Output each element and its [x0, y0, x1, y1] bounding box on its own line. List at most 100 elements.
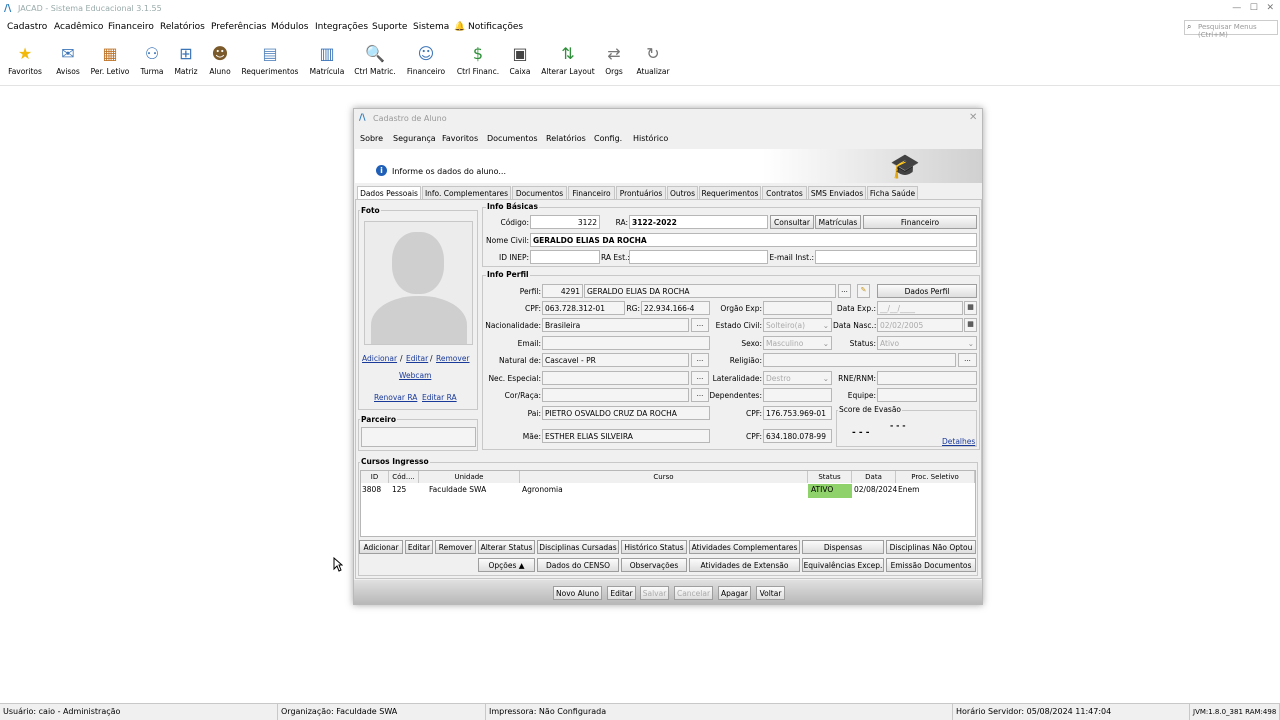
- toolbar-ctrl-financ[interactable]: $ Ctrl Financ.: [456, 44, 500, 76]
- financeiro-button[interactable]: Financeiro: [863, 215, 977, 229]
- equivalencias-excep-button[interactable]: Equivalências Excep.: [802, 558, 884, 572]
- toolbar-requerimentos[interactable]: ▤ Requerimentos: [241, 44, 299, 76]
- menu-cadastro[interactable]: Cadastro: [7, 22, 47, 32]
- dialog-menu-historico[interactable]: Histórico: [633, 134, 668, 143]
- menu-integracoes[interactable]: Integrações: [315, 22, 368, 32]
- emissao-documentos-button[interactable]: Emissão Documentos: [886, 558, 976, 572]
- voltar-button[interactable]: Voltar: [756, 586, 785, 600]
- nacionalidade-search-button[interactable]: ...: [691, 318, 709, 332]
- historico-status-button[interactable]: Histórico Status: [621, 540, 687, 554]
- adicionar-button[interactable]: Adicionar: [359, 540, 403, 554]
- toolbar-atualizar[interactable]: ↻ Atualizar: [634, 44, 672, 76]
- menu-sistema[interactable]: Sistema: [413, 22, 449, 32]
- calendar-icon[interactable]: ▦: [964, 301, 977, 315]
- toolbar-caixa[interactable]: ▣ Caixa: [508, 44, 532, 76]
- tab-documentos[interactable]: Documentos: [512, 186, 567, 199]
- score-detalhes-link[interactable]: Detalhes: [942, 437, 975, 446]
- tab-ficha-saude[interactable]: Ficha Saúde: [867, 186, 918, 199]
- dialog-menu-favoritos[interactable]: Favoritos: [442, 134, 478, 143]
- dispensas-button[interactable]: Dispensas: [802, 540, 884, 554]
- editar-curso-button[interactable]: Editar: [405, 540, 433, 554]
- alterar-status-button[interactable]: Alterar Status: [478, 540, 535, 554]
- tab-requerimentos[interactable]: Requerimentos: [699, 186, 761, 199]
- observacoes-button[interactable]: Observações: [621, 558, 687, 572]
- salvar-button[interactable]: Salvar: [640, 586, 669, 600]
- ra-field[interactable]: 3122-2022: [629, 215, 768, 229]
- webcam-link[interactable]: Webcam: [399, 371, 431, 380]
- toolbar-avisos[interactable]: ✉ Avisos: [53, 44, 83, 76]
- menu-suporte[interactable]: Suporte: [372, 22, 407, 32]
- dados-censo-button[interactable]: Dados do CENSO: [537, 558, 619, 572]
- pencil-icon[interactable]: ✎: [857, 284, 870, 298]
- tab-contratos[interactable]: Contratos: [762, 186, 807, 199]
- opcoes-button[interactable]: Opções ▲: [478, 558, 535, 572]
- toolbar-matricula[interactable]: ▥ Matrícula: [308, 44, 346, 76]
- col-cod[interactable]: Cód....: [389, 471, 419, 483]
- col-data[interactable]: Data: [852, 471, 896, 483]
- disciplinas-nao-optou-button[interactable]: Disciplinas Não Optou: [886, 540, 976, 554]
- estado-civil-select[interactable]: Solteiro(a) ⌄: [763, 318, 832, 332]
- cor-raca-search-button[interactable]: ...: [691, 388, 709, 402]
- consultar-button[interactable]: Consultar: [770, 215, 814, 229]
- lateralidade-select[interactable]: Destro ⌄: [763, 371, 832, 385]
- tab-outros[interactable]: Outros: [667, 186, 698, 199]
- toolbar-orgs[interactable]: ⇄ Orgs: [603, 44, 625, 76]
- natural-search-button[interactable]: ...: [691, 353, 709, 367]
- dados-perfil-button[interactable]: Dados Perfil: [877, 284, 977, 298]
- foto-remover-link[interactable]: Remover: [436, 354, 470, 363]
- dialog-menu-config[interactable]: Config.: [594, 134, 622, 143]
- tab-info-complementares[interactable]: Info. Complementares: [422, 186, 511, 199]
- calendar-icon[interactable]: ▦: [964, 318, 977, 332]
- foto-adicionar-link[interactable]: Adicionar: [362, 354, 397, 363]
- editar-ra-link[interactable]: Editar RA: [422, 393, 457, 402]
- email-inst-field[interactable]: [815, 250, 977, 264]
- col-proc-seletivo[interactable]: Proc. Seletivo: [896, 471, 975, 483]
- toolbar-turma[interactable]: ⚇ Turma: [138, 44, 166, 76]
- col-unidade[interactable]: Unidade: [419, 471, 520, 483]
- col-id[interactable]: ID: [361, 471, 389, 483]
- perfil-search-button[interactable]: ...: [838, 284, 851, 298]
- sexo-select[interactable]: Masculino ⌄: [763, 336, 832, 350]
- tab-prontuarios[interactable]: Prontuários: [616, 186, 666, 199]
- col-curso[interactable]: Curso: [520, 471, 808, 483]
- toolbar-per-letivo[interactable]: ▦ Per. Letivo: [89, 44, 131, 76]
- nec-especial-search-button[interactable]: ...: [691, 371, 709, 385]
- atividades-extensao-button[interactable]: Atividades de Extensão: [689, 558, 800, 572]
- matriculas-button[interactable]: Matrículas: [815, 215, 861, 229]
- col-status[interactable]: Status: [808, 471, 852, 483]
- menu-academico[interactable]: Acadêmico: [54, 22, 103, 32]
- toolbar-ctrl-matric[interactable]: 🔍 Ctrl Matric.: [354, 44, 396, 76]
- tab-sms-enviados[interactable]: SMS Enviados: [808, 186, 866, 199]
- cancelar-button[interactable]: Cancelar: [674, 586, 713, 600]
- toolbar-favoritos[interactable]: ★ Favoritos: [8, 44, 42, 76]
- religiao-search-button[interactable]: ...: [958, 353, 977, 367]
- status-select[interactable]: Ativo ⌄: [877, 336, 977, 350]
- codigo-field[interactable]: 3122: [530, 215, 600, 229]
- tab-dados-pessoais[interactable]: Dados Pessoais: [357, 186, 421, 200]
- window-controls[interactable]: — ☐ ✕: [1232, 3, 1274, 13]
- atividades-complementares-button[interactable]: Atividades Complementares: [689, 540, 800, 554]
- menu-relatorios[interactable]: Relatórios: [160, 22, 205, 32]
- foto-editar-link[interactable]: Editar: [406, 354, 428, 363]
- menu-notificacoes[interactable]: Notificações: [468, 22, 523, 32]
- disciplinas-cursadas-button[interactable]: Disciplinas Cursadas: [537, 540, 619, 554]
- menu-modulos[interactable]: Módulos: [271, 22, 308, 32]
- dialog-menu-seguranca[interactable]: Segurança: [393, 134, 436, 143]
- toolbar-alterar-layout[interactable]: ⇅ Alterar Layout: [540, 44, 596, 76]
- editar-button[interactable]: Editar: [607, 586, 636, 600]
- renovar-ra-link[interactable]: Renovar RA: [374, 393, 417, 402]
- toolbar-aluno[interactable]: ☻ Aluno: [207, 44, 233, 76]
- remover-button[interactable]: Remover: [435, 540, 476, 554]
- toolbar-matriz[interactable]: ⊞ Matriz: [172, 44, 200, 76]
- dialog-menu-relatorios[interactable]: Relatórios: [546, 134, 586, 143]
- toolbar-financeiro[interactable]: ☺ Financeiro: [406, 44, 446, 76]
- parceiro-field[interactable]: [361, 427, 476, 447]
- tab-financeiro[interactable]: Financeiro: [568, 186, 615, 199]
- menu-financeiro[interactable]: Financeiro: [108, 22, 154, 32]
- search-menu-input[interactable]: ⌕ Pesquisar Menus (Ctrl+M): [1184, 20, 1278, 39]
- nome-civil-field[interactable]: GERALDO ELIAS DA ROCHA: [530, 233, 977, 247]
- ra-est-field[interactable]: [629, 250, 768, 264]
- dialog-menu-sobre[interactable]: Sobre: [360, 134, 383, 143]
- novo-aluno-button[interactable]: Novo Aluno: [553, 586, 602, 600]
- id-inep-field[interactable]: [530, 250, 600, 264]
